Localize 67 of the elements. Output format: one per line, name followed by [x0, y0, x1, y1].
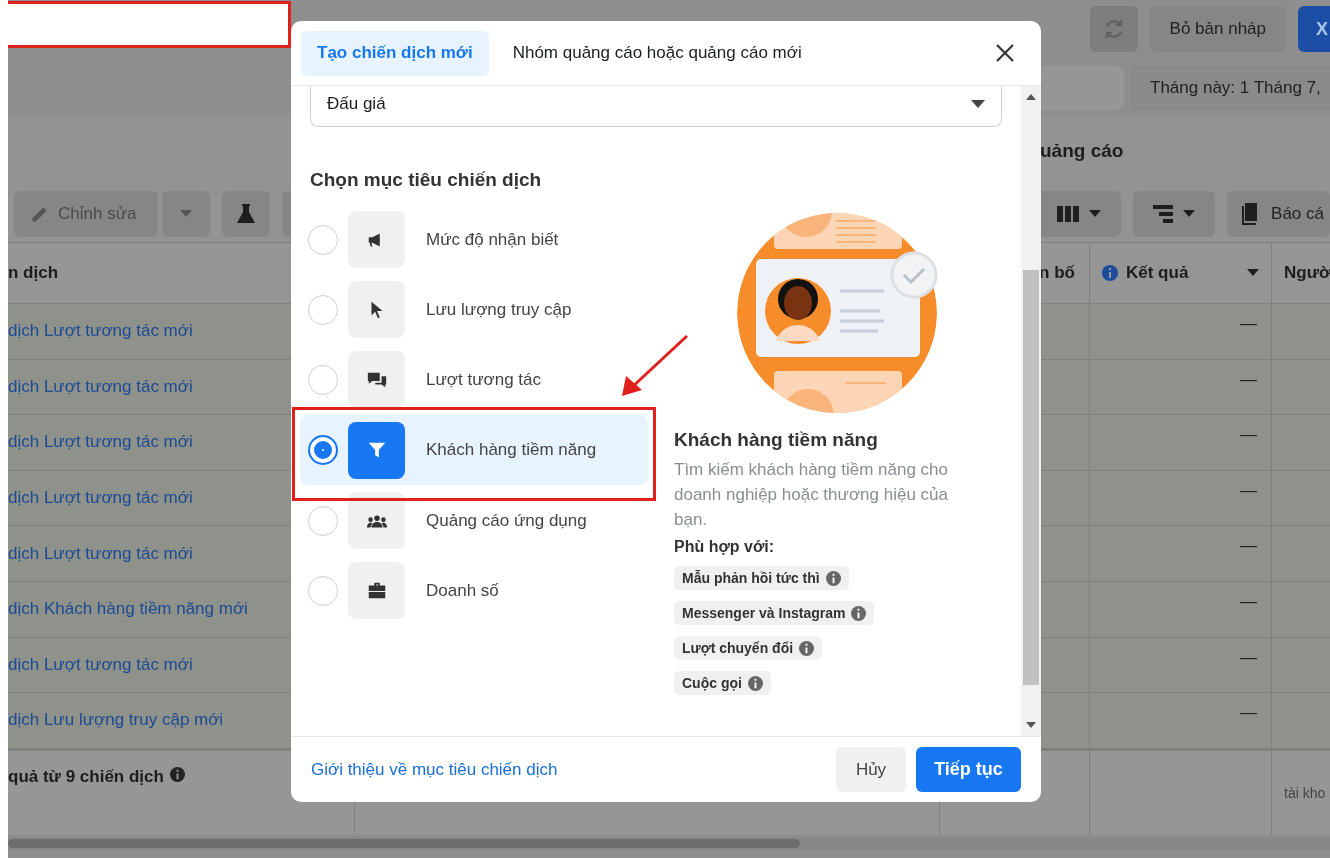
radio-button[interactable]: [308, 435, 338, 465]
campaign-link[interactable]: dịch Lượt tương tác mới: [8, 654, 193, 675]
scroll-down-icon[interactable]: [1026, 722, 1036, 728]
pencil-icon: [30, 204, 50, 224]
fit-label: Phù hợp với:: [674, 538, 775, 556]
continue-button[interactable]: Tiếp tục: [916, 747, 1021, 792]
flask-icon: [236, 203, 256, 225]
caret-icon: [1089, 210, 1102, 218]
info-icon[interactable]: [851, 605, 867, 621]
caret-icon: [1183, 210, 1196, 218]
publish-button[interactable]: X: [1298, 6, 1330, 52]
objective-option[interactable]: Doanh số: [300, 562, 648, 619]
scrollbar[interactable]: [1021, 86, 1041, 736]
campaign-link[interactable]: dịch Lượt tương tác mới: [8, 376, 193, 397]
annotation-arrow: [620, 334, 690, 398]
sort-caret-icon[interactable]: [1247, 269, 1259, 277]
objectives-info-link[interactable]: Giới thiệu về mục tiêu chiến dịch: [311, 759, 558, 780]
objective-option[interactable]: Quảng cáo ứng dụng: [300, 492, 648, 549]
objective-title: Khách hàng tiềm năng: [674, 429, 878, 451]
section-heading: Chọn mục tiêu chiến dịch: [310, 169, 543, 191]
column-header[interactable]: Kết quả: [1126, 263, 1189, 283]
test-button[interactable]: [222, 191, 270, 237]
edit-button[interactable]: Chỉnh sửa: [14, 191, 158, 237]
objective-description: Tìm kiếm khách hàng tiềm năng cho doanh nghiệp hoặc thương hiệu của bạn.: [674, 459, 950, 531]
result-cell: —: [1240, 314, 1257, 334]
tab[interactable]: Tạo chiến dịch mới: [301, 30, 489, 76]
result-cell: —: [1240, 591, 1257, 612]
caret-icon: [180, 210, 192, 218]
info-icon: [1102, 265, 1118, 281]
scrollbar-thumb[interactable]: [8, 838, 800, 848]
result-cell: —: [1240, 536, 1257, 557]
caret-icon: [971, 100, 985, 108]
objective-option[interactable]: Khách hàng tiềm năng: [300, 415, 648, 485]
campaign-link[interactable]: dịch Khách hàng tiềm năng mới: [8, 599, 248, 620]
info-icon[interactable]: [825, 570, 841, 586]
cancel-button[interactable]: Hủy: [836, 747, 906, 792]
objective-option[interactable]: Lượt tương tác: [300, 351, 648, 408]
result-cell: —: [1240, 647, 1257, 668]
info-icon[interactable]: [747, 675, 763, 691]
info-icon[interactable]: [799, 640, 815, 656]
campaign-link[interactable]: dịch Lượt tương tác mới: [8, 488, 193, 509]
result-cell: —: [1240, 369, 1257, 390]
date-range-button[interactable]: Tháng này: 1 Tháng 7,: [1130, 65, 1330, 111]
columns-icon: [1057, 206, 1080, 222]
feature-tag: Mẫu phản hồi tức thì: [674, 566, 849, 590]
summary-note: tài kho: [1284, 784, 1326, 801]
campaign-link[interactable]: dịch Lưu lượng truy cập mới: [8, 710, 224, 731]
info-icon: [169, 766, 185, 782]
feature-tag: Lượt chuyển đổi: [674, 636, 823, 660]
result-cell: —: [1240, 480, 1257, 501]
section-title: uảng cáo: [1040, 140, 1124, 162]
tab[interactable]: Nhóm quảng cáo hoặc quảng cáo mới: [496, 30, 818, 76]
campaign-link[interactable]: dịch Lượt tương tác mới: [8, 543, 193, 564]
campaign-link[interactable]: dịch Lượt tương tác mới: [8, 432, 193, 453]
discard-draft-button[interactable]: Bỏ bản nháp: [1149, 6, 1286, 52]
result-cell: —: [1240, 425, 1257, 446]
summary-label: quả từ 9 chiến dịch: [8, 766, 164, 787]
reports-button[interactable]: Báo cá: [1227, 191, 1330, 237]
feature-tag: Cuộc gọi: [674, 671, 771, 695]
close-icon: [996, 44, 1014, 62]
bidding-dropdown[interactable]: Đấu giá: [310, 86, 1002, 127]
feature-tag: Messenger và Instagram: [674, 601, 875, 625]
result-cell: —: [1240, 703, 1257, 724]
campaign-link[interactable]: dịch Lượt tương tác mới: [8, 321, 193, 342]
breakdown-button[interactable]: [1133, 191, 1216, 237]
scroll-up-icon[interactable]: [1026, 94, 1036, 100]
breakdown-icon: [1153, 205, 1174, 223]
